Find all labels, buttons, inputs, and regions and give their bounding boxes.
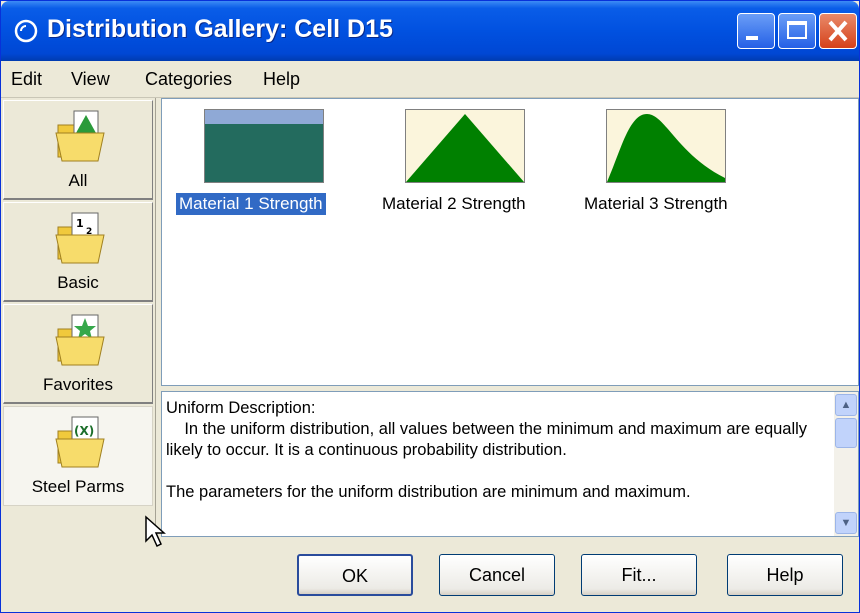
maximize-button[interactable]	[778, 13, 816, 49]
window-title: Distribution Gallery: Cell D15	[47, 15, 393, 43]
description-heading: Uniform Description:	[166, 399, 316, 417]
lognormal-distribution-icon	[607, 114, 725, 182]
description-body: In the uniform distribution, all values …	[166, 420, 808, 501]
crystal-ball-icon	[14, 19, 38, 43]
menu-help[interactable]: Help	[263, 69, 300, 90]
category-label: All	[68, 171, 88, 190]
uniform-top-band	[205, 110, 323, 124]
category-steel-parms[interactable]: (X) Steel Parms	[3, 406, 153, 506]
folder-chart-icon	[55, 110, 105, 162]
category-sidebar: All 1 2 Basic Favorites (X) Steel Parms	[1, 98, 156, 538]
distribution-thumb-triangular[interactable]	[405, 109, 525, 183]
folder-excel-icon: (X)	[55, 416, 105, 468]
menu-bar: Edit View Categories Help	[1, 61, 859, 98]
minimize-icon	[746, 36, 758, 40]
description-text: Uniform Description: In the uniform dist…	[166, 398, 826, 503]
svg-text:(X): (X)	[74, 424, 94, 438]
close-icon	[828, 20, 848, 42]
distribution-label-material-2[interactable]: Material 2 Strength	[379, 193, 529, 215]
category-favorites[interactable]: Favorites	[3, 304, 153, 404]
folder-numbers-icon: 1 2	[55, 212, 105, 264]
cancel-button[interactable]: Cancel	[439, 554, 555, 596]
description-panel: Uniform Description: In the uniform dist…	[161, 391, 859, 537]
title-bar[interactable]: Distribution Gallery: Cell D15	[1, 1, 859, 61]
folder-star-icon	[55, 314, 105, 366]
menu-edit[interactable]: Edit	[11, 69, 42, 90]
category-label: Favorites	[43, 375, 113, 394]
svg-text:1: 1	[76, 217, 84, 230]
scroll-thumb[interactable]	[835, 418, 857, 448]
minimize-button[interactable]	[737, 13, 775, 49]
distribution-gallery-dialog: Distribution Gallery: Cell D15 Edit View…	[0, 0, 860, 613]
category-all[interactable]: All	[3, 100, 153, 200]
ok-button[interactable]: OK	[297, 554, 413, 596]
scroll-up-button[interactable]: ▲	[835, 394, 857, 416]
category-label: Basic	[57, 273, 99, 292]
chevron-up-icon: ▲	[840, 399, 852, 411]
menu-view[interactable]: View	[71, 69, 110, 90]
distribution-thumb-uniform[interactable]	[204, 109, 324, 183]
close-button[interactable]	[819, 13, 857, 49]
description-scrollbar[interactable]: ▲ ▼	[834, 392, 858, 536]
distribution-gallery: Material 1 Strength Material 2 Strength …	[161, 98, 859, 386]
maximize-icon	[787, 21, 807, 39]
menu-categories[interactable]: Categories	[145, 69, 232, 90]
category-label: Steel Parms	[31, 477, 125, 496]
fit-button[interactable]: Fit...	[581, 554, 697, 596]
distribution-label-material-1[interactable]: Material 1 Strength	[175, 192, 327, 216]
distribution-label-material-3[interactable]: Material 3 Strength	[581, 193, 731, 215]
chevron-down-icon: ▼	[840, 517, 852, 529]
category-basic[interactable]: 1 2 Basic	[3, 202, 153, 302]
help-button[interactable]: Help	[727, 554, 843, 596]
mouse-cursor-icon	[145, 515, 166, 548]
distribution-thumb-lognormal[interactable]	[606, 109, 726, 183]
triangular-distribution-icon	[406, 114, 524, 182]
scroll-down-button[interactable]: ▼	[835, 512, 857, 534]
